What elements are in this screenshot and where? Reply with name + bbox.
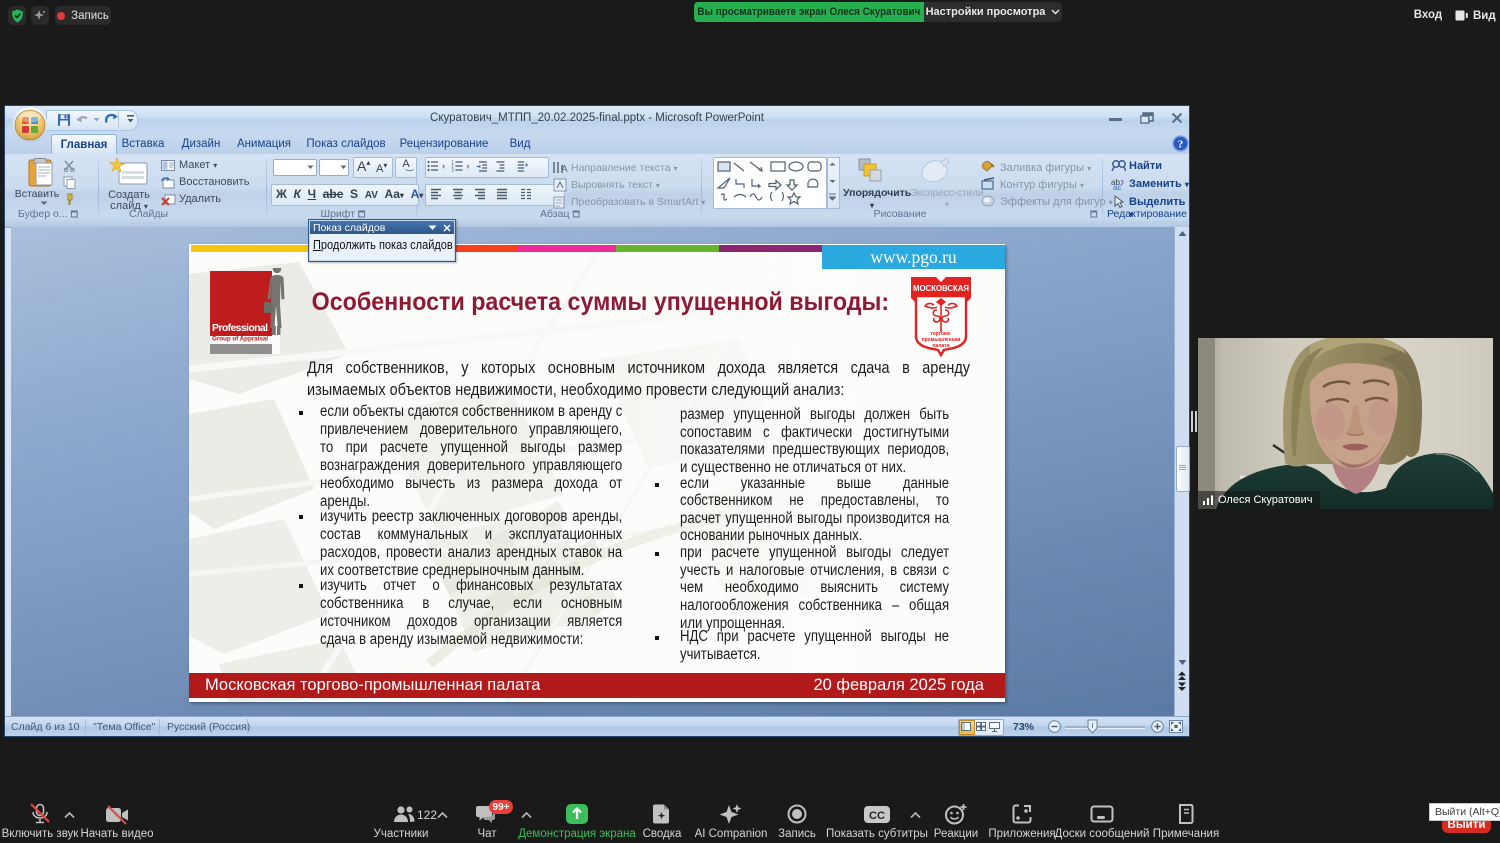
svg-text:палата: палата [933,343,950,349]
svg-text:Group of Appraisal: Group of Appraisal [212,336,268,343]
svg-text:ac: ac [1113,183,1121,190]
svg-text:Professional: Professional [212,322,268,334]
svg-text:A: A [561,164,568,174]
svg-text:3: 3 [451,168,454,173]
svg-text:МОСКОВСКАЯ: МОСКОВСКАЯ [913,284,969,293]
svg-text:?: ? [1178,139,1184,151]
svg-text:122: 122 [417,808,437,822]
svg-text:CC: CC [869,810,885,822]
